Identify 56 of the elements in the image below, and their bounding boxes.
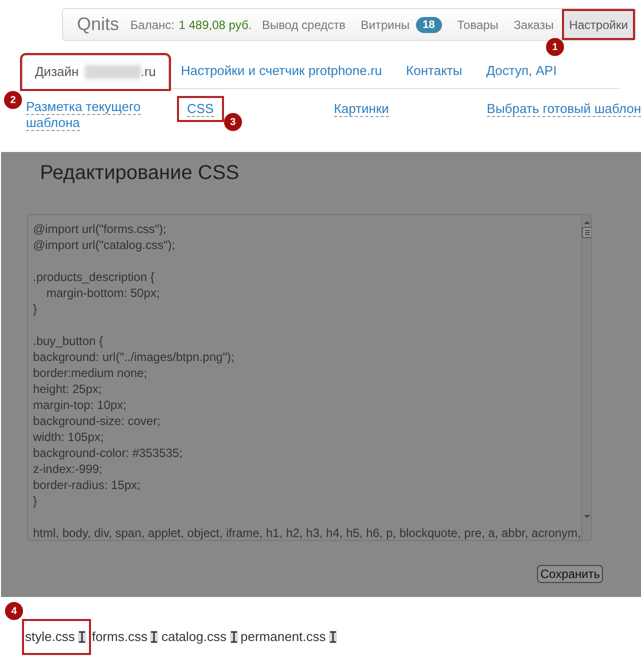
subnav-link[interactable]: Выбрать готовый шаблон xyxy=(486,101,641,117)
callout-marker: 1 xyxy=(546,38,564,56)
save-button[interactable]: Сохранить xyxy=(537,565,603,583)
brand-logo[interactable]: Qnits xyxy=(63,11,130,38)
count-badge: 18 xyxy=(416,16,442,32)
scroll-up-icon[interactable] xyxy=(583,218,591,226)
code-line: border-radius: 15px; xyxy=(33,477,142,493)
code-line: margin-bottom: 50px; xyxy=(45,285,161,301)
text-cursor-icon xyxy=(150,630,158,643)
tab[interactable]: Дизайн .ru xyxy=(22,55,169,89)
text-cursor-icon xyxy=(328,630,337,643)
callout-marker: 4 xyxy=(5,602,23,620)
file-tab[interactable]: catalog.css xyxy=(161,621,241,652)
subnav-link[interactable]: Картинки xyxy=(334,101,389,117)
code-line: } xyxy=(33,493,38,509)
tab[interactable]: Настройки и счетчик protphone.ru xyxy=(168,54,394,88)
nav-item[interactable]: Витрины 18 xyxy=(354,9,449,40)
subnav-link[interactable]: Разметка текущего шаблона xyxy=(26,99,144,131)
tab[interactable]: Контакты xyxy=(394,54,474,88)
file-name[interactable]: permanent.css xyxy=(240,627,326,646)
editor-title: Редактирование CSS xyxy=(40,161,240,186)
code-line: @import url("catalog.css"); xyxy=(33,237,176,253)
code-line: background-color: #353535; xyxy=(33,445,184,461)
css-editor-field[interactable] xyxy=(27,214,592,541)
text-cursor-icon xyxy=(230,630,238,643)
nav-item[interactable]: Заказы xyxy=(506,9,561,40)
code-line: .products_description { xyxy=(33,269,156,285)
file-tab[interactable]: forms.css xyxy=(92,621,162,652)
code-line: } xyxy=(33,301,38,317)
callout-marker: 2 xyxy=(4,91,22,109)
code-line: border:medium none; xyxy=(33,365,148,381)
code-line: width: 105px; xyxy=(33,429,105,445)
nav-item[interactable]: Настройки xyxy=(562,9,635,40)
code-line: background-size: cover; xyxy=(33,413,162,429)
balance-label: Баланс: xyxy=(130,16,174,34)
code-line: background: url("../images/btpn.png"); xyxy=(33,349,236,365)
tab[interactable]: Доступ, API xyxy=(474,54,569,88)
nav-item[interactable]: Вывод средств xyxy=(254,9,353,40)
subnav-link[interactable]: CSS xyxy=(178,98,222,120)
file-name[interactable]: style.css xyxy=(25,627,75,646)
scroll-thumb-icon[interactable] xyxy=(582,227,591,238)
balance-value: 1 489,08 руб. xyxy=(178,16,252,34)
text-cursor-icon xyxy=(78,630,86,643)
scroll-down-icon[interactable] xyxy=(583,512,591,520)
file-name[interactable]: forms.css xyxy=(92,627,148,646)
nav-item[interactable]: Товары xyxy=(450,9,506,40)
code-line: .buy_button { xyxy=(33,333,104,349)
code-line: z-index:-999; xyxy=(33,461,104,477)
callout-marker: 3 xyxy=(224,113,242,131)
code-line: @import url("forms.css"); xyxy=(33,221,168,237)
file-tab[interactable]: style.css xyxy=(24,621,89,652)
code-line: height: 25px; xyxy=(33,381,103,397)
code-line: margin-top: 10px; xyxy=(33,397,128,413)
code-line: html, body, div, span, applet, object, iframe, h1, h2, h3, h4, h5, h6, p, blockquote, pre, a, abbr, acronym, xyxy=(33,525,581,540)
file-name[interactable]: catalog.css xyxy=(161,627,227,646)
file-tab[interactable]: permanent.css xyxy=(240,621,340,652)
